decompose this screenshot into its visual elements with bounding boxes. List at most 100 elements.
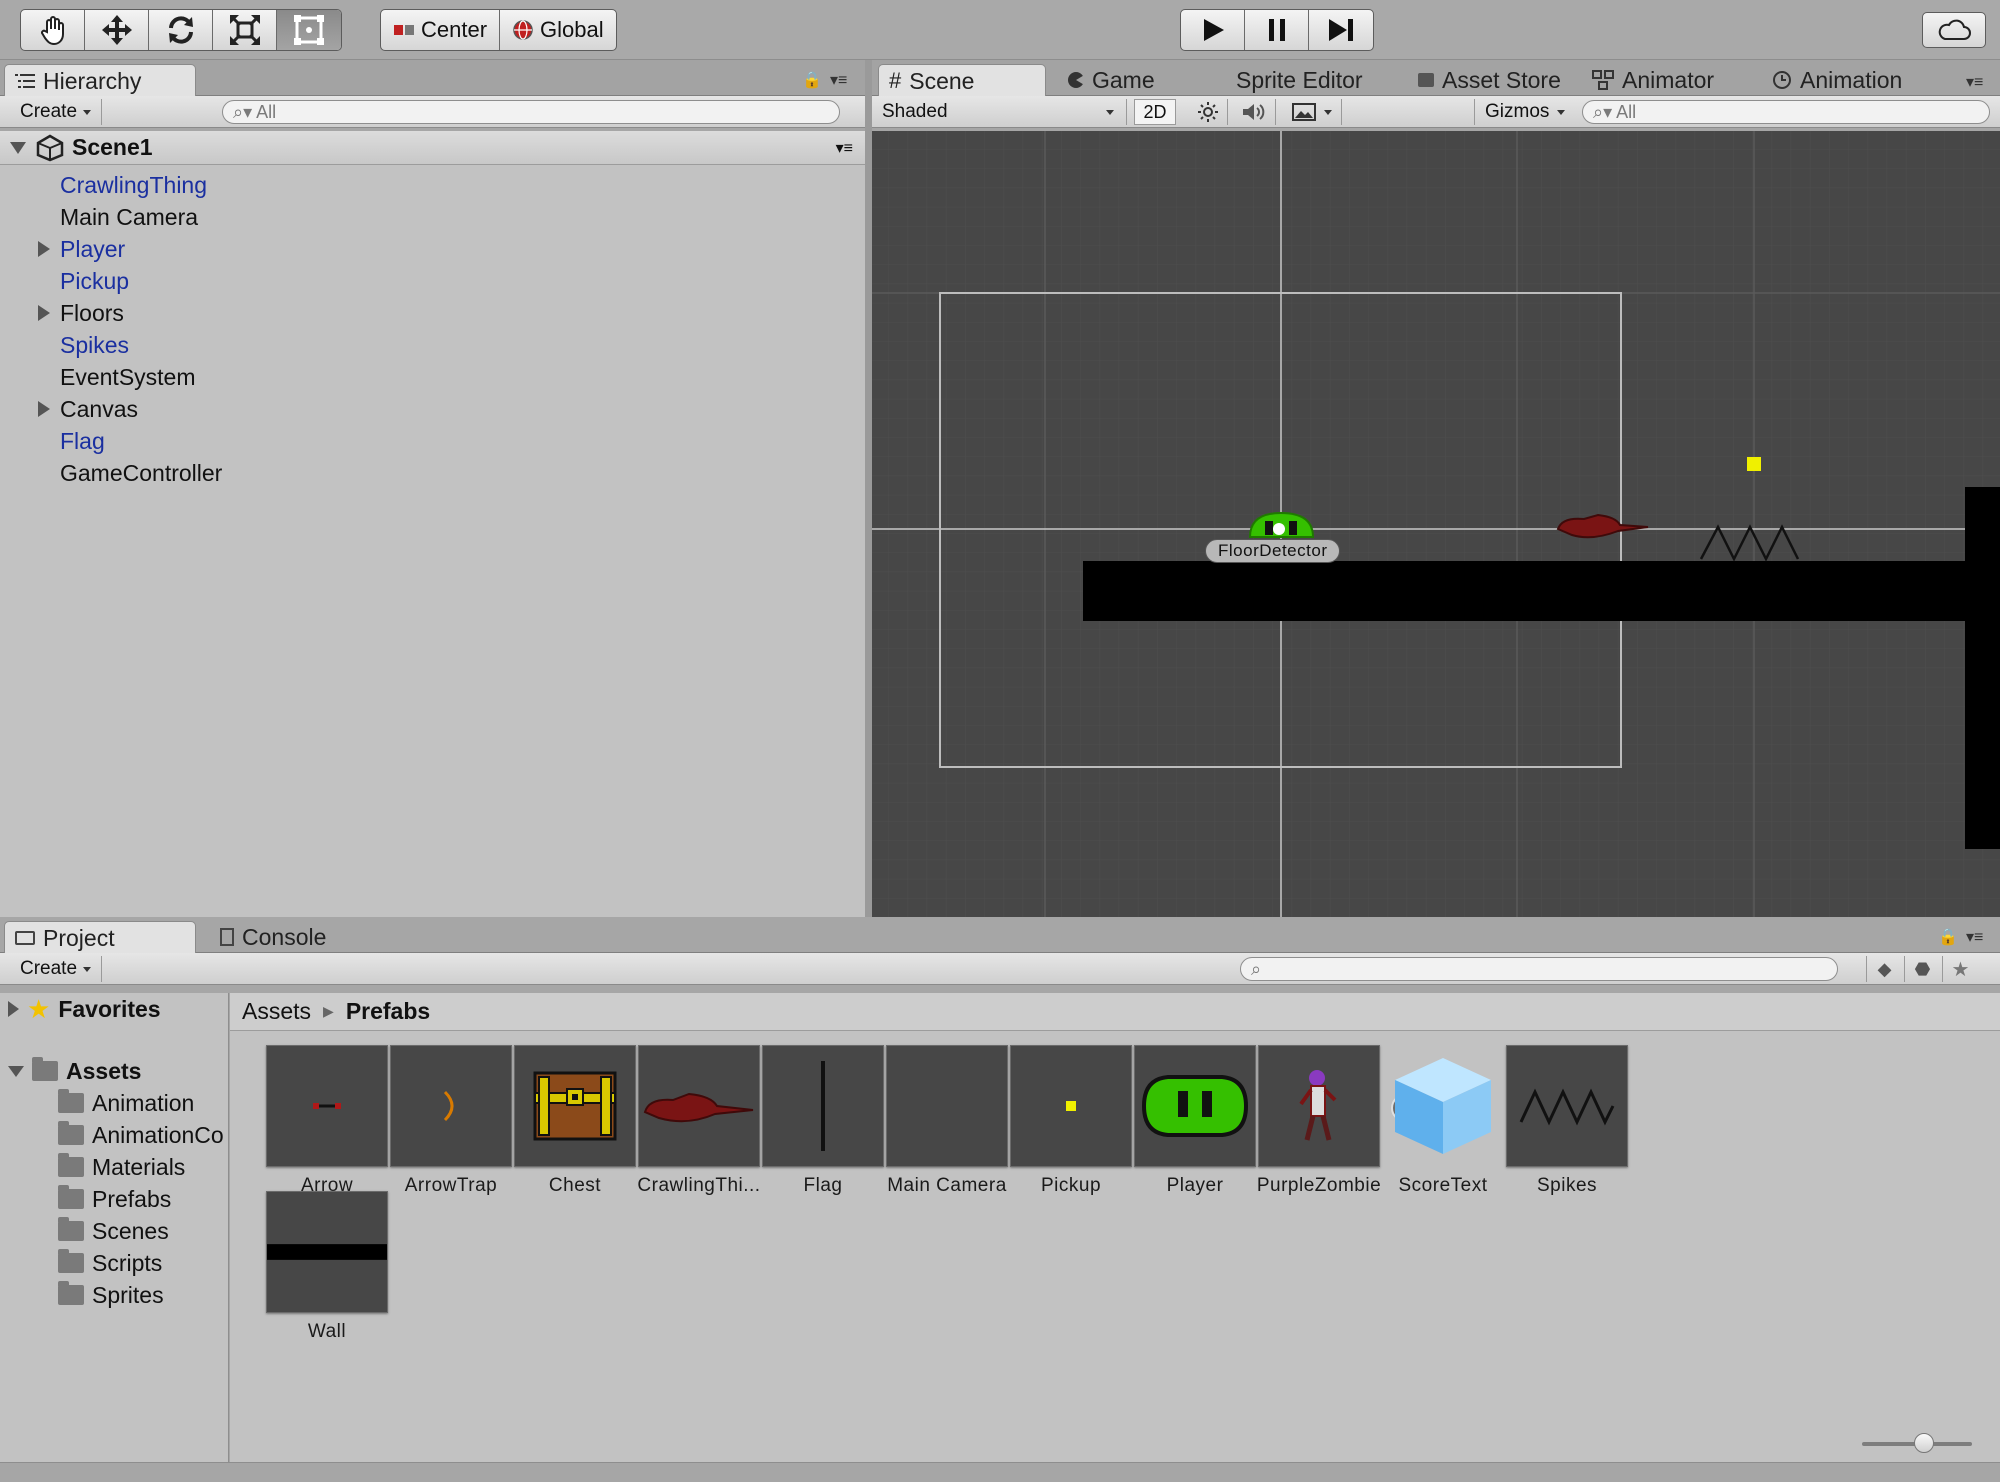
folder-item[interactable]: Sprites: [58, 1279, 164, 1311]
filter-label-button[interactable]: ⬣: [1904, 956, 1940, 982]
hierarchy-foldout-icon[interactable]: [38, 401, 50, 417]
project-folder-tree: ★ Favorites Assets Animation AnimationCo M…: [0, 993, 229, 1462]
project-search-input[interactable]: ⌕: [1240, 957, 1838, 981]
project-create-button[interactable]: Create: [10, 956, 103, 982]
hierarchy-item[interactable]: Canvas: [60, 393, 138, 425]
tab-sprite-editor[interactable]: Sprite Editor: [1226, 64, 1373, 96]
folder-icon: [58, 1185, 84, 1209]
arrowtrap-sprite: [390, 1045, 551, 1167]
breadcrumb-assets[interactable]: Assets: [242, 998, 311, 1025]
hierarchy-create-button[interactable]: Create: [10, 99, 103, 125]
space-global-button[interactable]: Global: [500, 10, 616, 50]
folder-item[interactable]: Materials: [58, 1151, 185, 1183]
effects-dropdown[interactable]: [1282, 99, 1342, 125]
scene-viewport[interactable]: FloorDetector: [872, 131, 2000, 917]
floor-platform[interactable]: [1083, 561, 2000, 621]
hierarchy-item[interactable]: Flag: [60, 425, 105, 457]
breadcrumb-prefabs[interactable]: Prefabs: [346, 998, 430, 1025]
favorites-item[interactable]: ★ Favorites: [8, 993, 161, 1025]
folder-item[interactable]: Scenes: [58, 1215, 169, 1247]
scene-search-input[interactable]: ⌕▾ All: [1582, 100, 1990, 124]
toggle-2d-button[interactable]: 2D: [1134, 99, 1176, 125]
hierarchy-item[interactable]: Player: [60, 233, 125, 265]
tab-game[interactable]: Game: [1058, 64, 1165, 96]
folder-label: Sprites: [92, 1281, 164, 1308]
hierarchy-item[interactable]: Spikes: [60, 329, 129, 361]
hand-tool-button[interactable]: [21, 10, 85, 50]
project-menu-icon[interactable]: ▾≡: [1966, 927, 1983, 947]
scene-root-row[interactable]: Scene1 ▾≡: [0, 131, 865, 165]
move-icon: [101, 15, 132, 45]
hierarchy-item[interactable]: EventSystem: [60, 361, 196, 393]
gizmos-dropdown[interactable]: Gizmos: [1474, 99, 1566, 125]
folder-label: Scenes: [92, 1217, 169, 1244]
hierarchy-item[interactable]: Floors: [60, 297, 124, 329]
tab-asset-store[interactable]: Asset Store: [1408, 64, 1571, 96]
save-search-button[interactable]: ★: [1942, 956, 1978, 982]
scene-panel-menu-icon[interactable]: ▾≡: [1966, 72, 1983, 92]
lighting-toggle[interactable]: [1188, 99, 1228, 125]
thumbnail-size-knob[interactable]: [1914, 1433, 1934, 1453]
folder-item[interactable]: Animation: [58, 1087, 194, 1119]
audio-toggle[interactable]: [1232, 99, 1276, 125]
console-icon: [220, 928, 234, 946]
project-subbar: Create ⌕ ◆ ⬣ ★: [0, 953, 2000, 985]
tab-animator[interactable]: Animator: [1582, 64, 1724, 96]
create-label: Create: [20, 101, 78, 122]
shading-mode-dropdown[interactable]: Shaded: [882, 99, 1127, 125]
hierarchy-item[interactable]: CrawlingThing: [60, 169, 207, 201]
hierarchy-item[interactable]: Pickup: [60, 265, 129, 297]
assets-item[interactable]: Assets: [8, 1055, 141, 1087]
lock-icon[interactable]: 🔒: [802, 70, 822, 90]
arrow-sprite: [266, 1045, 388, 1167]
hierarchy-item[interactable]: Main Camera: [60, 201, 198, 233]
tab-hierarchy[interactable]: Hierarchy: [4, 64, 196, 97]
folder-item[interactable]: Prefabs: [58, 1183, 171, 1215]
rect-tool-button[interactable]: [277, 10, 341, 50]
asset-item[interactable]: Spikes: [1492, 1045, 1642, 1197]
pickup-sprite[interactable]: [1747, 457, 1761, 471]
hierarchy-foldout-icon[interactable]: [38, 305, 50, 321]
step-button[interactable]: [1309, 10, 1373, 50]
rotate-tool-button[interactable]: [149, 10, 213, 50]
tab-project-label: Project: [43, 924, 115, 951]
project-lock-icon[interactable]: 🔒: [1938, 927, 1958, 947]
tab-scene[interactable]: # Scene: [878, 64, 1046, 97]
tab-animation[interactable]: Animation: [1762, 64, 1912, 96]
hierarchy-item[interactable]: GameController: [60, 457, 222, 489]
scene-foldout-icon[interactable]: [10, 141, 26, 154]
panel-menu-icon[interactable]: ▾≡: [830, 70, 847, 90]
crawling-sprite: [638, 1045, 760, 1167]
move-tool-button[interactable]: [85, 10, 149, 50]
assets-folder-icon: [32, 1057, 58, 1081]
tab-sprite-editor-label: Sprite Editor: [1236, 66, 1363, 93]
filter-type-button[interactable]: ◆: [1866, 956, 1902, 982]
scene-canvas[interactable]: [872, 131, 2000, 917]
wall-object[interactable]: [1965, 487, 2000, 849]
folder-icon: [58, 1089, 84, 1113]
pivot-center-button[interactable]: Center: [381, 10, 501, 50]
status-bar: [0, 1462, 2000, 1482]
tag-icon: ⬣: [1914, 958, 1931, 979]
scene-menu-icon[interactable]: ▾≡: [836, 138, 853, 158]
main-toolbar: Center Global: [0, 0, 2000, 60]
play-button[interactable]: [1181, 10, 1245, 50]
folder-tab-icon: [15, 931, 35, 945]
hierarchy-search-input[interactable]: ⌕▾ All: [222, 100, 840, 124]
scale-tool-button[interactable]: [213, 10, 277, 50]
favorites-foldout-icon[interactable]: [8, 1001, 19, 1017]
pause-button[interactable]: [1245, 10, 1309, 50]
asset-item[interactable]: Wall: [252, 1191, 402, 1343]
tab-console[interactable]: Console: [210, 921, 336, 953]
folder-item[interactable]: AnimationCo: [58, 1119, 224, 1151]
folder-item[interactable]: Scripts: [58, 1247, 162, 1279]
panel-divider[interactable]: [865, 60, 872, 917]
tab-project[interactable]: Project: [4, 921, 196, 954]
create-caret-icon: [83, 109, 92, 115]
cloud-button[interactable]: [1922, 12, 1986, 48]
hierarchy-foldout-icon[interactable]: [38, 241, 50, 257]
assets-label: Assets: [66, 1057, 142, 1084]
pacman-icon: [1068, 72, 1084, 88]
assets-foldout-icon[interactable]: [8, 1065, 24, 1077]
hierarchy-subbar: Create ⌕▾ All: [0, 96, 865, 128]
